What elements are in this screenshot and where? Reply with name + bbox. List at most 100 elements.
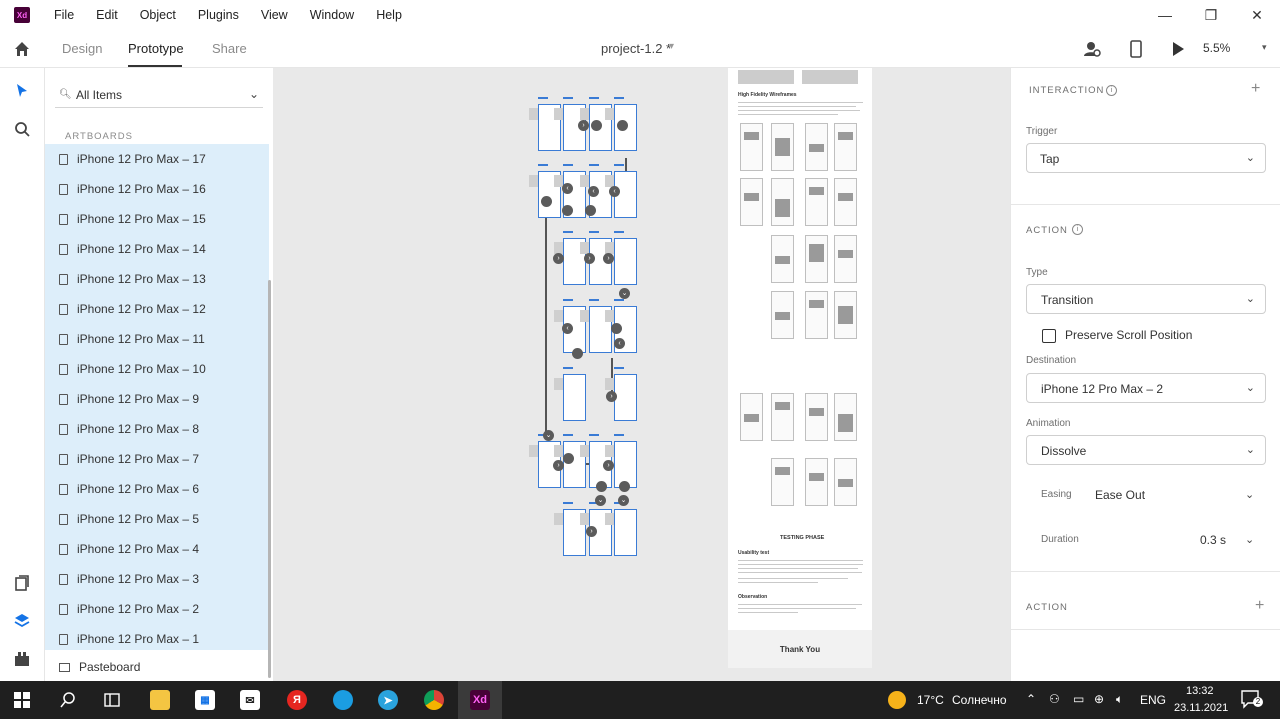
prototype-wire-node[interactable] [596,481,607,492]
tab-design[interactable]: Design [62,41,102,56]
menu-plugins[interactable]: Plugins [198,8,239,22]
tab-share[interactable]: Share [212,41,247,56]
prototype-wire-node[interactable]: ‹ [562,323,573,334]
task-view-icon[interactable] [90,681,134,719]
destination-select[interactable]: iPhone 12 Pro Max – 2 ⌄ [1026,373,1266,403]
artboard-list-item[interactable]: iPhone 12 Pro Max – 14 [45,234,269,264]
chevron-down-icon[interactable]: ⌄ [1245,488,1254,501]
prototype-wire-node[interactable]: ⌄ [619,288,630,299]
pasteboard-item[interactable]: Pasteboard [45,652,269,682]
easing-select[interactable]: Ease Out [1095,488,1145,502]
menu-file[interactable]: File [54,8,74,22]
prototype-wire-node[interactable]: › [603,253,614,264]
menu-view[interactable]: View [261,8,288,22]
mail-icon[interactable]: ✉ [228,681,272,719]
prototype-wire-node[interactable]: ⌄ [543,430,554,441]
weather-desc[interactable]: Солнечно [952,693,1007,707]
artboard-list-item[interactable]: iPhone 12 Pro Max – 16 [45,174,269,204]
artboard-list-item[interactable]: iPhone 12 Pro Max – 13 [45,264,269,294]
canvas-artboard[interactable] [563,374,586,421]
prototype-wire-node[interactable]: ‹ [609,186,620,197]
canvas-artboard[interactable] [614,238,637,285]
preserve-scroll-checkbox[interactable] [1042,329,1056,343]
info-icon[interactable]: i [1106,85,1117,96]
xd-logo[interactable]: Xd [14,7,30,23]
prototype-wire-node[interactable]: › [553,460,564,471]
canvas[interactable]: High Fidelity Wireframes TESTING PHASE U… [273,68,1010,681]
duration-input[interactable]: 0.3 s [1200,533,1226,547]
weather-temp[interactable]: 17°C [917,693,944,707]
edge-icon[interactable] [321,681,365,719]
layers-filter[interactable]: 🔍︎ All Items ⌄ [55,82,263,108]
yandex-browser-icon[interactable]: Я [275,681,319,719]
adobe-xd-taskbar-icon[interactable]: Xd [458,681,502,719]
assets-icon[interactable] [13,574,31,592]
prototype-wire-node[interactable] [572,348,583,359]
menu-window[interactable]: Window [310,8,354,22]
artboard-list-item[interactable]: iPhone 12 Pro Max – 5 [45,504,269,534]
type-select[interactable]: Transition ⌄ [1026,284,1266,314]
artboard-list-item[interactable]: iPhone 12 Pro Max – 12 [45,294,269,324]
artboard-list-item[interactable]: iPhone 12 Pro Max – 15 [45,204,269,234]
artboard-list-item[interactable]: iPhone 12 Pro Max – 11 [45,324,269,354]
chevron-down-icon[interactable]: ⌄ [1245,533,1254,546]
artboard-list-item[interactable]: iPhone 12 Pro Max – 4 [45,534,269,564]
volume-icon[interactable]: 🔈︎ [1116,692,1123,707]
document-title[interactable]: project-1.2 * [601,41,671,56]
user-test-icon[interactable] [1083,40,1101,58]
prototype-wire-node[interactable]: › [578,120,589,131]
prototype-wire-node[interactable]: › [603,460,614,471]
clock-date[interactable]: 23.11.2021 [1174,702,1228,714]
prototype-wire-node[interactable] [562,205,573,216]
prototype-wire-node[interactable] [591,120,602,131]
artboard-list-item[interactable]: iPhone 12 Pro Max – 8 [45,414,269,444]
prototype-wire-node[interactable]: ‹ [562,183,573,194]
tab-prototype[interactable]: Prototype [128,41,184,56]
network-icon[interactable]: ▭ [1073,692,1084,706]
prototype-wire-node[interactable] [541,196,552,207]
clock-time[interactable]: 13:32 [1186,685,1214,697]
weather-sun-icon[interactable] [888,691,906,709]
chevron-down-icon[interactable]: ▾ [669,41,674,52]
chrome-icon[interactable] [412,681,456,719]
artboard-list-item[interactable]: iPhone 12 Pro Max – 7 [45,444,269,474]
language-indicator[interactable]: ENG [1140,693,1166,707]
maximize-icon[interactable]: ❐ [1188,0,1234,30]
prototype-wire-node[interactable] [619,481,630,492]
prototype-wire-node[interactable]: › [584,253,595,264]
prototype-wire-node[interactable]: › [553,253,564,264]
device-preview-icon[interactable] [1127,40,1145,58]
artboard-list-item[interactable]: iPhone 12 Pro Max – 1 [45,624,269,654]
add-action-icon[interactable]: + [1255,597,1264,615]
prototype-wire-node[interactable] [563,453,574,464]
artboard-list-item[interactable]: iPhone 12 Pro Max – 2 [45,594,269,624]
artboard-list-item[interactable]: iPhone 12 Pro Max – 9 [45,384,269,414]
search-icon[interactable] [46,681,90,719]
chevron-up-icon[interactable]: ⌃ [1026,692,1036,706]
artboard-list-item[interactable]: iPhone 12 Pro Max – 3 [45,564,269,594]
menu-object[interactable]: Object [140,8,176,22]
prototype-wire-node[interactable]: ‹ [588,186,599,197]
user-icon[interactable]: ⚇ [1049,692,1060,706]
plugins-icon[interactable] [13,650,31,668]
telegram-icon[interactable]: ➤ [366,681,410,719]
chevron-down-icon[interactable]: ⌄ [249,87,259,101]
notification-icon[interactable]: 2 [1240,689,1263,709]
canvas-artboard[interactable] [614,374,637,421]
info-icon[interactable]: i [1072,224,1083,235]
trigger-select[interactable]: Tap ⌄ [1026,143,1266,173]
artboard-list-item[interactable]: iPhone 12 Pro Max – 17 [45,144,269,174]
pasteboard-document[interactable]: High Fidelity Wireframes TESTING PHASE U… [728,68,872,668]
menu-edit[interactable]: Edit [96,8,118,22]
zoom-level[interactable]: 5.5% [1203,41,1230,55]
play-icon[interactable] [1169,40,1187,58]
home-icon[interactable] [13,40,31,58]
chevron-down-icon[interactable]: ▾ [1262,42,1267,53]
layers-scrollbar[interactable] [268,280,271,678]
select-tool-icon[interactable] [13,82,31,100]
canvas-artboard[interactable] [614,509,637,556]
layers-icon[interactable] [13,612,31,630]
prototype-wire-node[interactable] [617,120,628,131]
prototype-wire-node[interactable]: ‹ [614,338,625,349]
prototype-wire-node[interactable]: › [606,391,617,402]
